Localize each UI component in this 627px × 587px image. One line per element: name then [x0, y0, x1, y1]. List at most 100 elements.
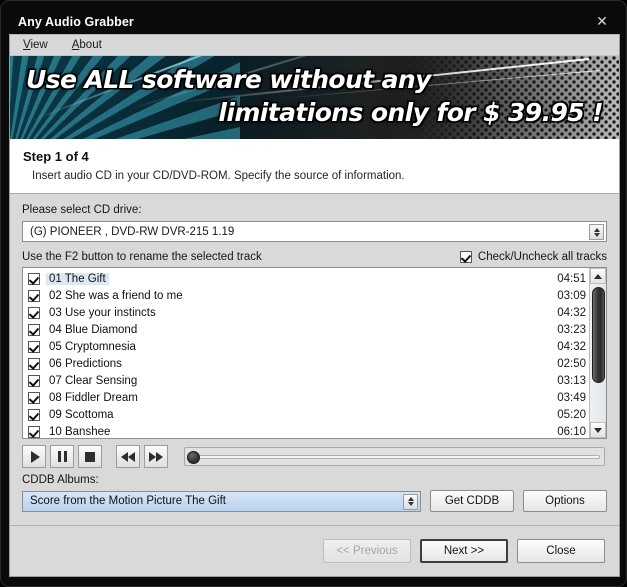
- cd-drive-value: (G) PIONEER , DVD-RW DVR-215 1.19: [30, 225, 235, 238]
- table-row[interactable]: 10 Banshee 06:10: [28, 423, 606, 438]
- check-all-checkbox-icon[interactable]: [459, 251, 472, 263]
- track-duration: 04:32: [557, 306, 586, 319]
- table-row[interactable]: 07 Clear Sensing 03:13: [28, 372, 606, 389]
- track-checkbox-icon[interactable]: [28, 425, 40, 438]
- track-duration: 06:10: [557, 425, 586, 438]
- table-row[interactable]: 06 Predictions 02:50: [28, 355, 606, 372]
- title-bar: Any Audio Grabber ✕: [9, 9, 618, 34]
- stop-icon: [85, 451, 95, 462]
- cd-drive-spinner[interactable]: [589, 224, 604, 240]
- step-title: Step 1 of 4: [23, 149, 89, 164]
- track-list-scrollbar[interactable]: [589, 268, 606, 438]
- app-window: Any Audio Grabber ✕ View About Use ALL s…: [0, 0, 627, 587]
- pause-icon: [57, 451, 67, 462]
- track-duration: 03:09: [557, 289, 586, 302]
- step-subtitle: Insert audio CD in your CD/DVD-ROM. Spec…: [32, 170, 405, 182]
- track-title: 07 Clear Sensing: [49, 374, 138, 387]
- track-checkbox-icon[interactable]: [28, 306, 40, 319]
- pause-button[interactable]: [50, 445, 74, 468]
- track-title: 02 She was a friend to me: [49, 289, 183, 302]
- track-duration: 03:23: [557, 323, 586, 336]
- track-duration: 03:49: [557, 391, 586, 404]
- table-row[interactable]: 01 The Gift 04:51: [28, 270, 606, 287]
- close-button[interactable]: Close: [517, 539, 605, 563]
- cddb-row: Score from the Motion Picture The Gift G…: [22, 490, 607, 512]
- fast-forward-icon: [149, 451, 163, 462]
- scroll-up-button[interactable]: [590, 268, 606, 284]
- track-checkbox-icon[interactable]: [28, 408, 40, 421]
- track-title: 01 The Gift: [46, 272, 109, 285]
- track-checkbox-icon[interactable]: [28, 357, 40, 370]
- cddb-spinner[interactable]: [403, 493, 418, 510]
- track-rows: 01 The Gift 04:51 02 She was a friend to m…: [23, 268, 606, 438]
- slider-track: [189, 455, 600, 459]
- footer-buttons: << Previous Next >> Close: [10, 526, 619, 576]
- track-duration: 03:13: [557, 374, 586, 387]
- drive-label: Please select CD drive:: [22, 204, 142, 216]
- rewind-icon: [121, 451, 135, 462]
- chevron-up-icon: [407, 497, 414, 501]
- playback-slider[interactable]: [184, 447, 605, 466]
- banner-line-1: Use ALL software without any: [26, 65, 431, 94]
- next-button[interactable]: Next >>: [420, 539, 508, 563]
- step-header: Step 1 of 4 Insert audio CD in your CD/D…: [10, 139, 619, 194]
- chevron-down-icon: [593, 232, 600, 237]
- track-title: 10 Banshee: [49, 425, 111, 438]
- track-checkbox-icon[interactable]: [28, 323, 40, 336]
- cddb-album-value: Score from the Motion Picture The Gift: [30, 495, 227, 507]
- track-checkbox-icon[interactable]: [28, 272, 40, 285]
- track-duration: 04:51: [557, 272, 586, 285]
- menu-item-about[interactable]: About: [69, 38, 105, 52]
- cddb-label: CDDB Albums:: [22, 474, 99, 486]
- track-title: 06 Predictions: [49, 357, 122, 370]
- window-title: Any Audio Grabber: [18, 14, 134, 29]
- scrollbar-thumb[interactable]: [592, 287, 605, 383]
- track-title: 05 Cryptomnesia: [49, 340, 136, 353]
- track-checkbox-icon[interactable]: [28, 340, 40, 353]
- track-title: 09 Scottoma: [49, 408, 114, 421]
- triangle-down-icon: [594, 427, 602, 433]
- promo-banner[interactable]: Use ALL software without any limitations…: [10, 56, 619, 139]
- track-duration: 05:20: [557, 408, 586, 421]
- table-row[interactable]: 02 She was a friend to me 03:09: [28, 287, 606, 304]
- chevron-down-icon: [407, 502, 414, 506]
- options-button[interactable]: Options: [523, 490, 607, 512]
- track-duration: 04:32: [557, 340, 586, 353]
- previous-button[interactable]: << Previous: [323, 539, 411, 563]
- track-title: 08 Fiddler Dream: [49, 391, 138, 404]
- chevron-up-icon: [593, 227, 600, 232]
- scroll-down-button[interactable]: [590, 422, 606, 438]
- table-row[interactable]: 05 Cryptomnesia 04:32: [28, 338, 606, 355]
- rewind-button[interactable]: [116, 445, 140, 468]
- track-list[interactable]: 01 The Gift 04:51 02 She was a friend to m…: [22, 267, 607, 439]
- transport-controls: [22, 445, 607, 468]
- slider-thumb[interactable]: [187, 451, 200, 464]
- client-area: View About Use ALL software without any …: [9, 34, 620, 577]
- tracks-toolbar: Use the F2 button to rename the selected…: [22, 251, 607, 263]
- track-title: 03 Use your instincts: [49, 306, 156, 319]
- rename-hint: Use the F2 button to rename the selected…: [22, 251, 262, 263]
- body-panel: Please select CD drive: (G) PIONEER , DV…: [10, 194, 619, 512]
- track-checkbox-icon[interactable]: [28, 374, 40, 387]
- stop-button[interactable]: [78, 445, 102, 468]
- table-row[interactable]: 04 Blue Diamond 03:23: [28, 321, 606, 338]
- play-icon: [30, 450, 40, 463]
- track-checkbox-icon[interactable]: [28, 289, 40, 302]
- menu-item-view[interactable]: View: [20, 38, 51, 52]
- triangle-up-icon: [594, 273, 602, 279]
- check-all-tracks-toggle[interactable]: Check/Uncheck all tracks: [459, 251, 607, 263]
- play-button[interactable]: [22, 445, 46, 468]
- table-row[interactable]: 09 Scottoma 05:20: [28, 406, 606, 423]
- cd-drive-select[interactable]: (G) PIONEER , DVD-RW DVR-215 1.19: [22, 221, 607, 242]
- track-checkbox-icon[interactable]: [28, 391, 40, 404]
- check-all-label: Check/Uncheck all tracks: [477, 251, 607, 263]
- close-icon[interactable]: ✕: [592, 12, 612, 31]
- menu-bar: View About: [10, 35, 619, 56]
- forward-button[interactable]: [144, 445, 168, 468]
- track-duration: 02:50: [557, 357, 586, 370]
- cddb-album-select[interactable]: Score from the Motion Picture The Gift: [22, 490, 421, 512]
- track-title: 04 Blue Diamond: [49, 323, 138, 336]
- get-cddb-button[interactable]: Get CDDB: [430, 490, 514, 512]
- table-row[interactable]: 08 Fiddler Dream 03:49: [28, 389, 606, 406]
- table-row[interactable]: 03 Use your instincts 04:32: [28, 304, 606, 321]
